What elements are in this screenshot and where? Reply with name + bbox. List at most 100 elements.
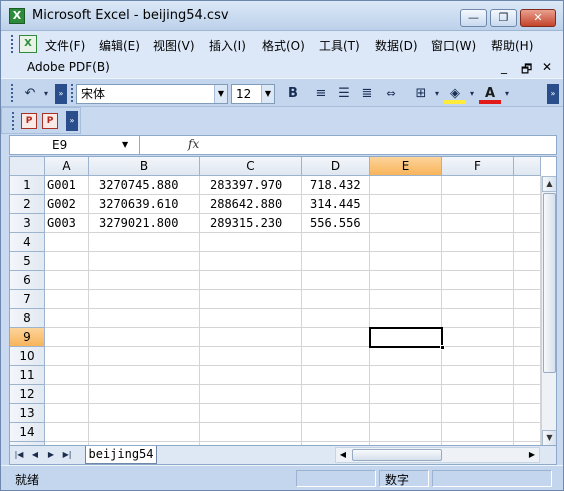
column-header-c[interactable]: C [200,157,302,176]
cell[interactable] [45,385,89,404]
cell[interactable] [370,309,442,328]
scroll-down-icon[interactable]: ▼ [542,430,556,445]
row-header[interactable]: 14 [10,423,45,442]
cell[interactable] [514,290,541,309]
cell[interactable] [200,233,302,252]
name-box-dropdown-icon[interactable]: ▼ [122,140,128,149]
cell[interactable] [89,252,200,271]
prev-sheet-icon[interactable]: ◀ [29,448,41,462]
toolbar-grip[interactable] [11,84,15,102]
menu-data[interactable]: 数据(D) [375,37,418,54]
close-button[interactable]: ✕ [520,9,556,27]
chevron-down-icon[interactable]: ▼ [261,85,274,103]
row-header[interactable]: 11 [10,366,45,385]
cell[interactable] [514,176,541,195]
align-right-icon[interactable]: ≣ [357,84,377,104]
cell[interactable] [514,404,541,423]
column-header-d[interactable]: D [302,157,370,176]
cell[interactable] [370,195,442,214]
cell[interactable] [442,366,514,385]
cell[interactable]: 718.432 [302,176,370,195]
cell[interactable] [89,309,200,328]
bold-icon[interactable]: B [283,84,303,104]
scroll-up-icon[interactable]: ▲ [542,176,556,192]
workbook-icon[interactable]: X [19,35,37,53]
menu-edit[interactable]: 编辑(E) [99,37,140,54]
cell[interactable]: G003 [45,214,89,233]
menu-tools[interactable]: 工具(T) [319,37,360,54]
menu-window[interactable]: 窗口(W) [431,37,476,54]
cell[interactable]: 283397.970 [200,176,302,195]
cell[interactable] [442,271,514,290]
row-header[interactable]: 12 [10,385,45,404]
menu-view[interactable]: 视图(V) [153,37,195,54]
cell[interactable] [514,328,541,347]
cell[interactable] [45,233,89,252]
cell[interactable] [45,252,89,271]
cell[interactable] [514,214,541,233]
cell[interactable] [442,195,514,214]
cell[interactable] [302,271,370,290]
horizontal-scroll-thumb[interactable] [352,449,442,461]
vertical-scrollbar[interactable]: ▲ ▼ [541,176,556,445]
cell[interactable] [370,214,442,233]
cell[interactable] [442,328,514,347]
row-header[interactable]: 1 [10,176,45,195]
menu-help[interactable]: 帮助(H) [491,37,533,54]
cell[interactable]: 289315.230 [200,214,302,233]
function-icon[interactable]: fx [188,137,199,151]
first-sheet-icon[interactable]: |◀ [13,448,25,462]
select-all-corner[interactable] [10,157,45,176]
row-header[interactable]: 10 [10,347,45,366]
cell[interactable] [370,404,442,423]
cell[interactable] [302,252,370,271]
cell[interactable] [370,423,442,442]
cell[interactable] [370,252,442,271]
column-header-f[interactable]: F [442,157,514,176]
row-header[interactable]: 2 [10,195,45,214]
column-header-a[interactable]: A [45,157,89,176]
active-cell-selection[interactable] [369,327,445,350]
sheet-tab-beijing54[interactable]: beijing54 [85,446,157,464]
cell[interactable] [200,271,302,290]
undo-icon[interactable]: ↶ [19,84,41,104]
cell[interactable] [89,233,200,252]
cell[interactable] [45,271,89,290]
cell[interactable] [200,404,302,423]
font-size-select[interactable]: 12 ▼ [231,84,275,104]
cell[interactable] [442,233,514,252]
font-color-dropdown-icon[interactable]: ▾ [502,84,512,104]
fill-color-icon[interactable]: ◈ [444,84,466,104]
cell[interactable] [200,366,302,385]
name-box[interactable]: E9 [10,136,140,154]
cell[interactable] [442,385,514,404]
cell[interactable] [370,176,442,195]
cell[interactable]: G002 [45,195,89,214]
cell[interactable] [45,366,89,385]
cell[interactable] [514,309,541,328]
chevron-down-icon[interactable]: ▼ [214,85,227,103]
cell[interactable]: 288642.880 [200,195,302,214]
cell[interactable] [442,290,514,309]
cell[interactable] [45,423,89,442]
cell[interactable] [302,233,370,252]
cell[interactable] [370,347,442,366]
fill-dropdown-icon[interactable]: ▾ [467,84,477,104]
doc-minimize-button[interactable]: _ [501,60,507,74]
borders-dropdown-icon[interactable]: ▾ [432,84,442,104]
cell[interactable] [200,385,302,404]
cell[interactable]: 3270639.610 [89,195,200,214]
cell[interactable] [200,252,302,271]
align-center-icon[interactable]: ☰ [334,84,354,104]
cell[interactable] [89,328,200,347]
cell[interactable] [442,347,514,366]
toolbar-options-icon[interactable]: » [55,84,67,104]
fill-handle[interactable] [440,345,445,350]
cell[interactable] [89,366,200,385]
cell[interactable] [370,233,442,252]
cell[interactable] [89,423,200,442]
cell[interactable] [514,366,541,385]
toolbar-options-icon[interactable]: » [547,84,559,104]
merge-center-icon[interactable]: ⇔ [380,84,402,104]
cell[interactable]: 556.556 [302,214,370,233]
